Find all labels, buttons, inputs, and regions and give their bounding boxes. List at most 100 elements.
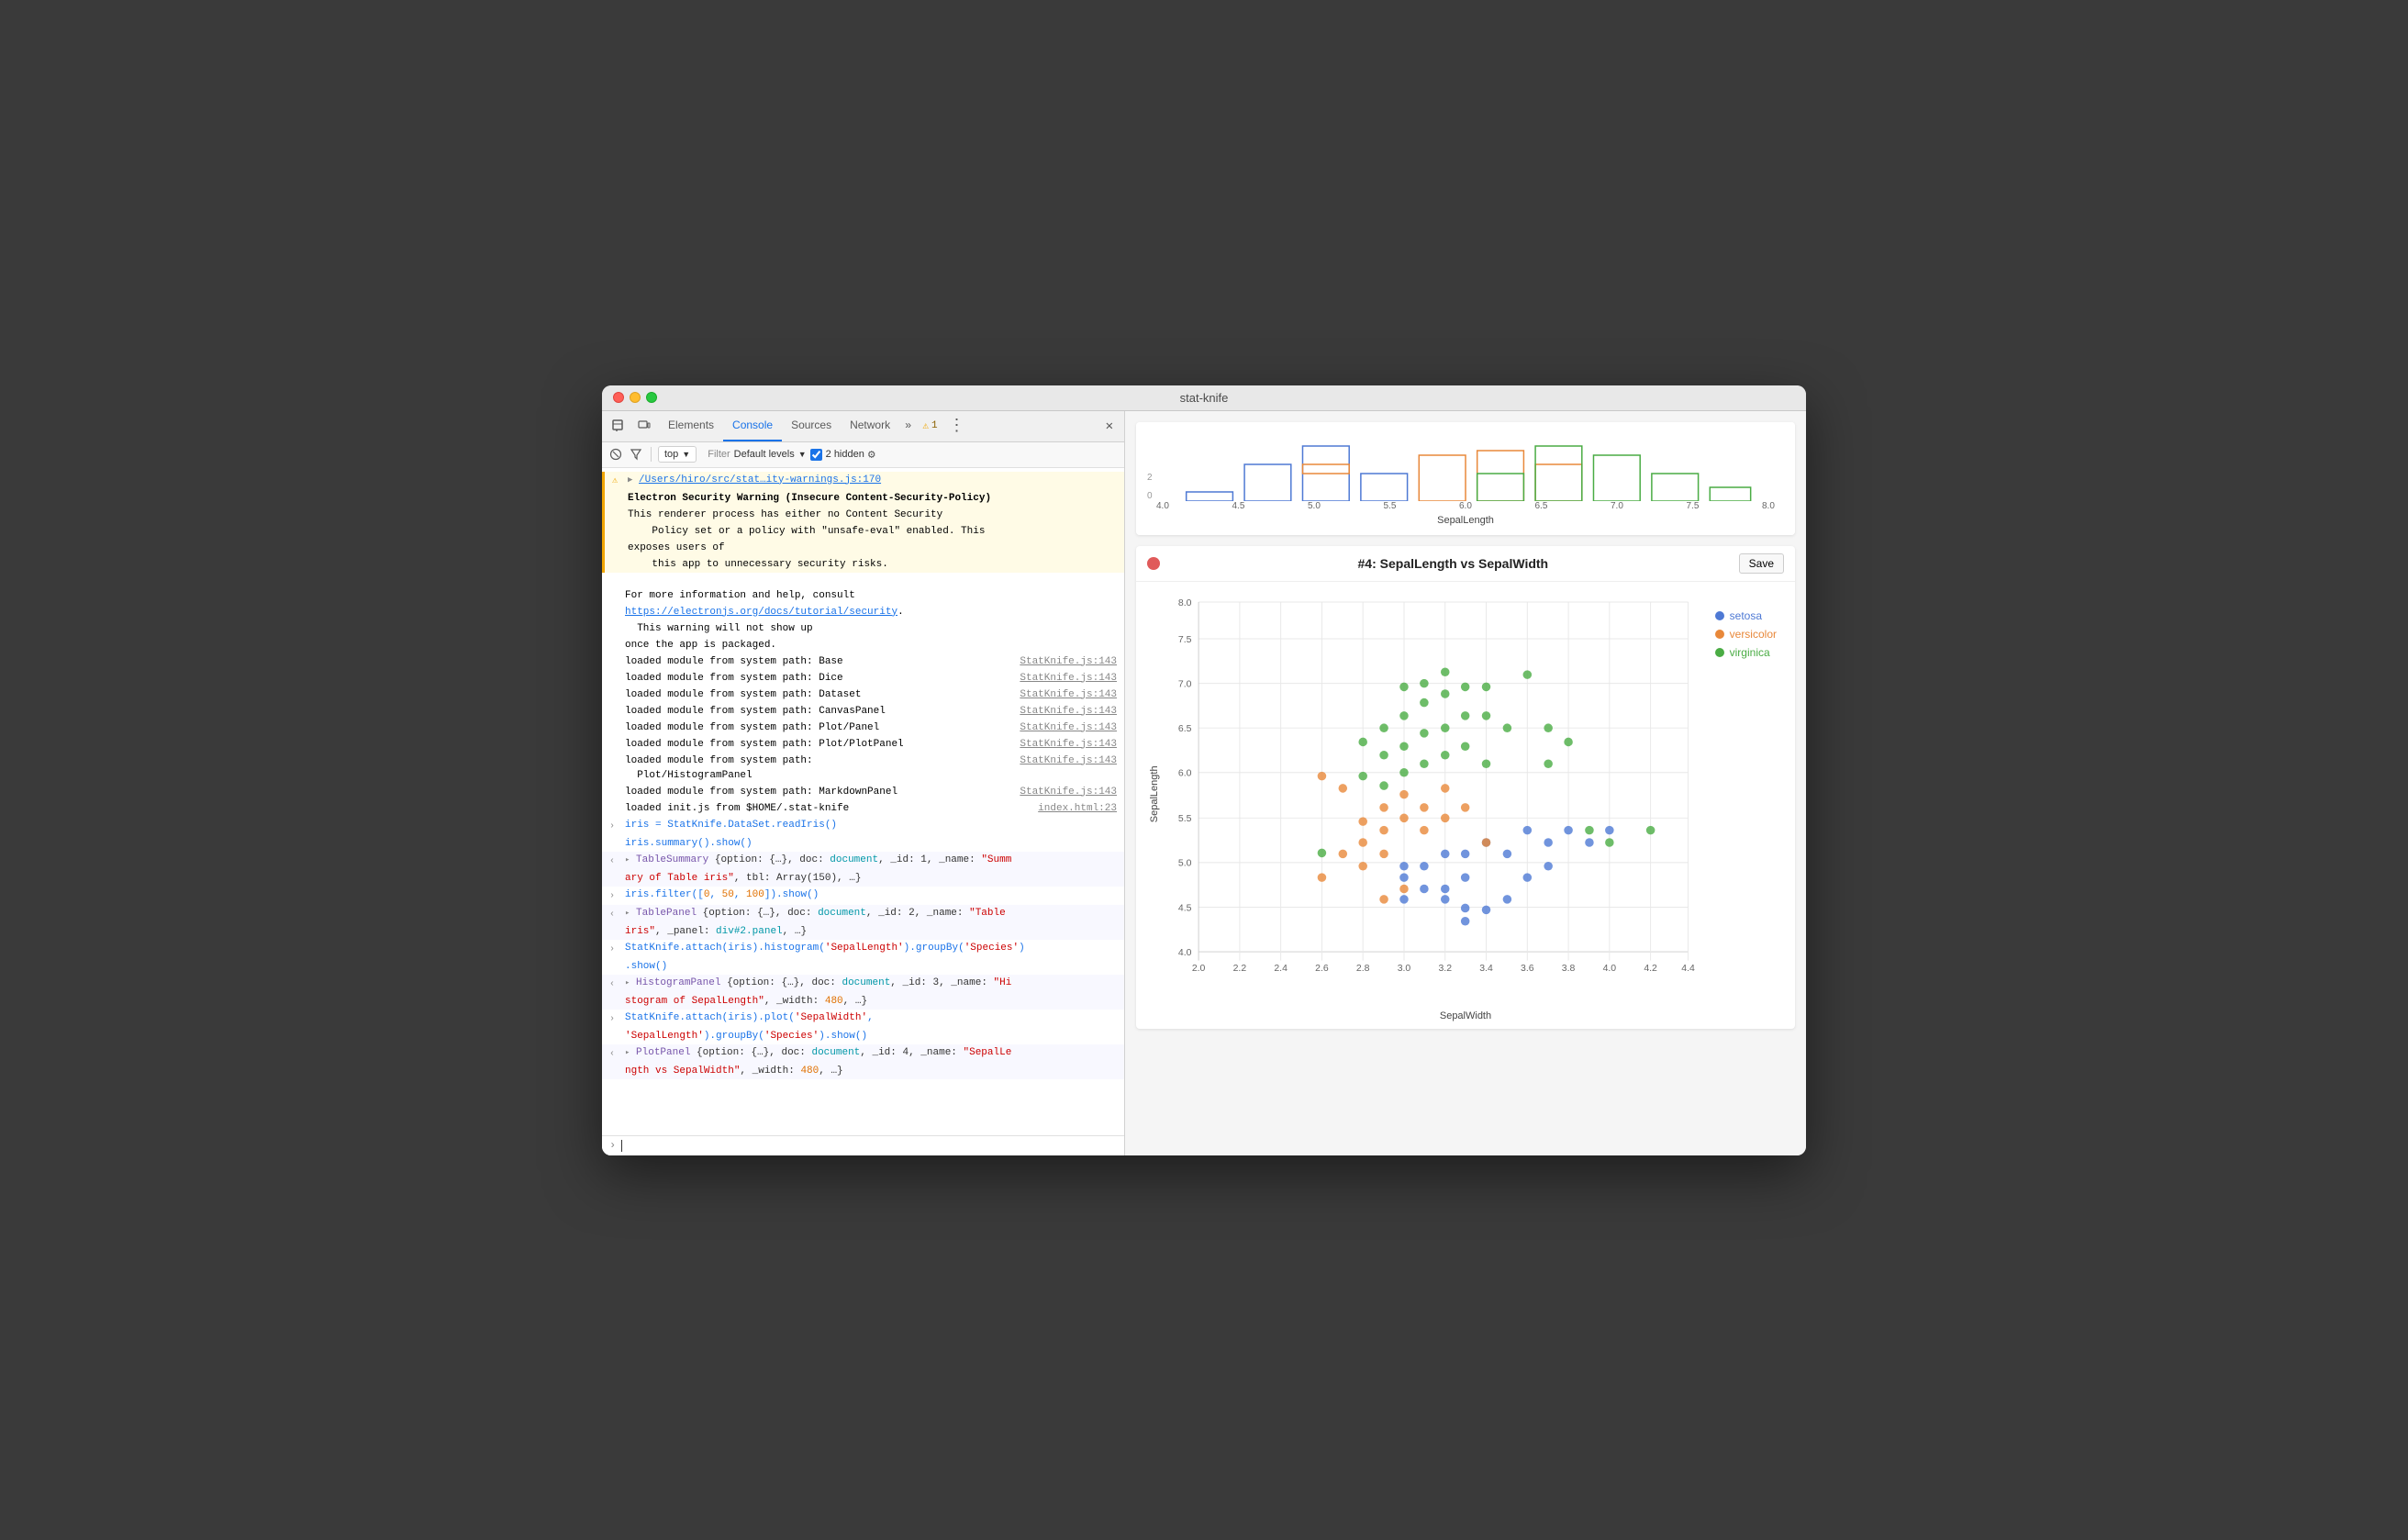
tab-network[interactable]: Network — [841, 411, 899, 442]
statknife-link-5[interactable]: StatKnife.js:143 — [1012, 720, 1117, 735]
repl-result-4b: ngth vs SepalWidth", _width: 480, …} — [602, 1063, 1124, 1079]
scatter-plot-area: .grid-line { stroke: #e8e8e8; stroke-wid… — [1164, 591, 1706, 998]
svg-text:4.5: 4.5 — [1178, 903, 1192, 913]
devtools-close-icon[interactable]: ✕ — [1100, 418, 1119, 434]
expand-result-4[interactable]: ▸ — [625, 1048, 630, 1057]
legend-item-versicolor: versicolor — [1715, 628, 1777, 641]
svg-text:4.4: 4.4 — [1681, 964, 1695, 974]
settings-gear-icon[interactable]: ⚙ — [868, 448, 875, 462]
repl-result-3: ‹ ▸ HistogramPanel {option: {…}, doc: do… — [602, 975, 1124, 993]
log-level-dropdown[interactable]: Default levels ▼ — [734, 449, 807, 460]
statknife-link-7[interactable]: StatKnife.js:143 — [1012, 753, 1117, 783]
svg-text:3.2: 3.2 — [1438, 964, 1452, 974]
svg-text:5.0: 5.0 — [1178, 858, 1192, 868]
svg-text:4.0: 4.0 — [1603, 964, 1617, 974]
repl-cmd-3: › iris.filter([0, 50, 100]).show() — [602, 887, 1124, 905]
app-window: stat-knife — [602, 385, 1806, 1155]
svg-text:7.0: 7.0 — [1178, 679, 1192, 689]
warning-line-header: ⚠ ▶ /Users/hiro/src/stat…ity-warnings.js… — [602, 472, 1124, 490]
histogram-x-label: SepalLength — [1147, 511, 1784, 530]
clear-console-icon[interactable] — [608, 446, 624, 463]
legend-label-versicolor: versicolor — [1730, 628, 1777, 641]
statknife-link-8[interactable]: StatKnife.js:143 — [1012, 785, 1117, 799]
svg-text:3.8: 3.8 — [1562, 964, 1576, 974]
repl-result-2b: iris", _panel: div#2.panel, …} — [602, 923, 1124, 940]
scatter-y-label: SepalLength — [1145, 591, 1164, 998]
chevron-down-icon-2: ▼ — [798, 450, 807, 459]
log-module-plotplotpanel: loaded module from system path: Plot/Plo… — [602, 736, 1124, 753]
repl-cmd-5: › StatKnife.attach(iris).plot('SepalWidt… — [602, 1010, 1124, 1028]
histogram-x-ticks: 4.0 4.5 5.0 5.5 6.0 6.5 7.0 7.5 8.0 — [1147, 501, 1784, 511]
scatter-save-button[interactable]: Save — [1739, 553, 1784, 574]
window-title: stat-knife — [1180, 391, 1229, 405]
legend-item-virginica: virginica — [1715, 646, 1777, 659]
filter-checkbox[interactable] — [810, 449, 822, 461]
svg-text:7.5: 7.5 — [1178, 634, 1192, 644]
svg-text:4.2: 4.2 — [1644, 964, 1657, 974]
electron-docs-link[interactable]: https://electronjs.org/docs/tutorial/sec… — [625, 607, 897, 618]
legend-dot-setosa — [1715, 611, 1724, 620]
filter-icon[interactable] — [628, 446, 644, 463]
warning-line-2: This renderer process has either no Cont… — [602, 507, 1124, 523]
warning-line-5: this app to unnecessary security risks. — [602, 556, 1124, 573]
repl-result-1b: ary of Table iris", tbl: Array(150), …} — [602, 870, 1124, 887]
svg-text:5.5: 5.5 — [1178, 814, 1192, 824]
scatter-chart-title: #4: SepalLength vs SepalWidth — [1167, 556, 1739, 571]
tab-console[interactable]: Console — [723, 411, 782, 442]
index-html-link[interactable]: index.html:23 — [1031, 801, 1117, 816]
expand-arrow[interactable]: ▶ — [628, 475, 632, 485]
repl-result-2: ‹ ▸ TablePanel {option: {…}, doc: docume… — [602, 905, 1124, 923]
expand-result-2[interactable]: ▸ — [625, 909, 630, 918]
svg-text:6.5: 6.5 — [1178, 724, 1192, 734]
repl-result-1: ‹ ▸ TableSummary {option: {…}, doc: docu… — [602, 852, 1124, 870]
warning-line-1: Electron Security Warning (Insecure Cont… — [602, 490, 1124, 507]
scatter-chart-body: SepalLength .grid-line { stroke: #e8e8e8… — [1136, 582, 1795, 1007]
more-tabs-icon[interactable]: » — [899, 419, 917, 432]
warning-file-link[interactable]: /Users/hiro/src/stat…ity-warnings.js:170 — [639, 474, 881, 485]
log-module-histogrampanel: loaded module from system path: Plot/His… — [602, 753, 1124, 784]
scatter-svg: .grid-line { stroke: #e8e8e8; stroke-wid… — [1164, 591, 1706, 998]
log-line-link: https://electronjs.org/docs/tutorial/sec… — [602, 604, 1124, 620]
tab-sources[interactable]: Sources — [782, 411, 841, 442]
svg-text:6.0: 6.0 — [1178, 768, 1192, 778]
main-content: Elements Console Sources Network » ⚠ 1 ⋮… — [602, 411, 1806, 1155]
legend-label-setosa: setosa — [1730, 609, 1762, 622]
maximize-button[interactable] — [646, 392, 657, 403]
statknife-link-6[interactable]: StatKnife.js:143 — [1012, 737, 1117, 752]
repl-cmd-5b: 'SepalLength').groupBy('Species').show() — [602, 1028, 1124, 1044]
console-output[interactable]: ⚠ ▶ /Users/hiro/src/stat…ity-warnings.js… — [602, 468, 1124, 1135]
hidden-count-badge: 2 hidden — [826, 449, 864, 460]
tab-elements[interactable]: Elements — [659, 411, 723, 442]
log-line-warning1: This warning will not show up — [602, 620, 1124, 637]
scatter-chart-card: #4: SepalLength vs SepalWidth Save Sepal… — [1136, 546, 1795, 1029]
expand-result-3[interactable]: ▸ — [625, 978, 630, 988]
minimize-button[interactable] — [630, 392, 641, 403]
legend-label-virginica: virginica — [1730, 646, 1770, 659]
expand-result-1[interactable]: ▸ — [625, 855, 630, 865]
repl-cmd-4b: .show() — [602, 958, 1124, 975]
scatter-legend: setosa versicolor virginica — [1706, 591, 1786, 998]
legend-dot-virginica — [1715, 648, 1724, 657]
statknife-link-2[interactable]: StatKnife.js:143 — [1012, 671, 1117, 686]
statknife-link-3[interactable]: StatKnife.js:143 — [1012, 687, 1117, 702]
log-module-canvaspanel: loaded module from system path: CanvasPa… — [602, 703, 1124, 720]
close-button[interactable] — [613, 392, 624, 403]
log-module-plotpanel: loaded module from system path: Plot/Pan… — [602, 720, 1124, 736]
statknife-link-1[interactable]: StatKnife.js:143 — [1012, 654, 1117, 669]
svg-text:3.4: 3.4 — [1479, 964, 1493, 974]
charts-panel[interactable]: 2 0 — [1125, 411, 1806, 1155]
svg-text:4.0: 4.0 — [1178, 947, 1192, 957]
console-input-row[interactable]: › — [602, 1135, 1124, 1155]
inspect-icon[interactable] — [608, 415, 630, 437]
chevron-down-icon: ▼ — [682, 450, 690, 459]
devtools-menu-icon[interactable]: ⋮ — [943, 416, 971, 436]
svg-text:8.0: 8.0 — [1178, 597, 1192, 608]
warning-icon: ⚠ — [612, 474, 625, 489]
histogram-chart-card: 2 0 — [1136, 422, 1795, 535]
legend-dot-versicolor — [1715, 630, 1724, 639]
device-icon[interactable] — [633, 415, 655, 437]
log-module-dice: loaded module from system path: Dice Sta… — [602, 670, 1124, 686]
statknife-link-4[interactable]: StatKnife.js:143 — [1012, 704, 1117, 719]
log-line-consult: For more information and help, consult — [602, 587, 1124, 604]
context-selector[interactable]: top ▼ — [658, 446, 697, 463]
